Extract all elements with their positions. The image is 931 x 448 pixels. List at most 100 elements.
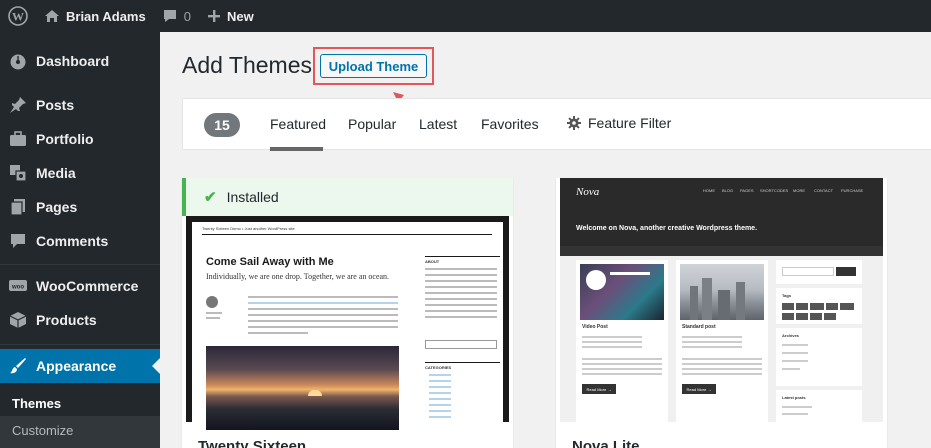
preview-text-line — [782, 413, 808, 415]
preview-text-line — [248, 326, 398, 328]
preview-sidebar-heading: CATEGORIES — [425, 365, 452, 370]
preview-text-line — [425, 280, 497, 282]
preview-badge — [586, 270, 606, 290]
installed-notice: ✔ Installed — [182, 178, 513, 216]
gear-icon — [567, 116, 581, 130]
sidebar-item-appearance[interactable]: Appearance — [0, 349, 160, 383]
preview-text-line — [429, 398, 451, 400]
preview-text-line — [782, 406, 812, 408]
tab-favorites[interactable]: Favorites — [481, 116, 539, 132]
sidebar-item-posts[interactable]: Posts — [0, 88, 160, 122]
sidebar-item-products[interactable]: Products — [0, 303, 160, 337]
sidebar-item-woocommerce[interactable]: woo WooCommerce — [0, 269, 160, 303]
preview-post: Video Post Read More → — [576, 260, 668, 422]
preview-tag — [810, 303, 824, 310]
preview-welcome-text: Welcome on Nova, another creative Wordpr… — [576, 225, 758, 232]
preview-post-title: Video Post — [582, 324, 608, 330]
preview-text-line — [582, 336, 642, 338]
media-icon — [0, 164, 36, 182]
preview-building — [690, 286, 698, 320]
plus-icon — [207, 10, 220, 22]
preview-hero — [560, 246, 883, 256]
preview-text-line — [425, 286, 497, 288]
preview-nav-item: HOME — [703, 188, 715, 193]
theme-card-twenty-sixteen[interactable]: ✔ Installed Twenty Sixteen Demo • Just a… — [182, 178, 513, 448]
preview-site-title: Twenty Sixteen Demo • Just another WordP… — [202, 226, 295, 231]
tab-latest[interactable]: Latest — [419, 116, 457, 132]
preview-tag — [782, 313, 794, 320]
svg-text:woo: woo — [11, 285, 24, 291]
preview-text-line — [582, 363, 662, 365]
preview-avatar — [206, 296, 218, 308]
sidebar-item-label: Appearance — [36, 358, 117, 374]
theme-card-nova-lite[interactable]: Nova HOME BLOG PAGES SHORTCODES MORE CON… — [556, 178, 887, 448]
preview-building — [736, 282, 745, 320]
preview-nav-item: MORE — [793, 188, 805, 193]
comments-count: 0 — [183, 8, 191, 24]
sidebar-item-portfolio[interactable]: Portfolio — [0, 122, 160, 156]
preview-text-line — [582, 358, 662, 360]
submenu-item-themes[interactable]: Themes — [12, 396, 61, 411]
preview-nav-item: BLOG — [722, 188, 734, 193]
preview-text-line — [425, 268, 497, 270]
preview-rule — [425, 362, 500, 363]
preview-read-more: Read More → — [582, 384, 616, 394]
preview-text-line — [248, 296, 398, 298]
preview-latest-posts-widget: Latest posts — [776, 390, 862, 422]
tab-popular[interactable]: Popular — [348, 116, 396, 132]
preview-text-line — [206, 312, 222, 314]
preview-tag — [810, 313, 822, 320]
sidebar-item-label: Comments — [36, 233, 109, 249]
theme-screenshot[interactable]: Twenty Sixteen Demo • Just another WordP… — [186, 216, 509, 430]
preview-logo: Nova — [576, 186, 600, 198]
preview-text-line — [582, 341, 642, 343]
sidebar-item-label: Media — [36, 165, 76, 181]
preview-widget-heading: Archives — [782, 333, 799, 338]
tab-featured[interactable]: Featured — [270, 116, 326, 132]
preview-rule — [202, 234, 492, 235]
sidebar-item-media[interactable]: Media — [0, 156, 160, 190]
preview-header: Nova HOME BLOG PAGES SHORTCODES MORE CON… — [560, 178, 883, 246]
preview-text-line — [425, 298, 497, 300]
preview-text-line — [582, 346, 642, 348]
feature-filter-button[interactable]: Feature Filter — [567, 115, 671, 131]
preview-search-button — [836, 267, 856, 276]
preview-text-line — [429, 416, 451, 418]
sidebar-item-label: WooCommerce — [36, 278, 139, 294]
preview-dropdown — [425, 340, 497, 349]
feature-filter-label: Feature Filter — [588, 115, 672, 131]
sidebar-item-dashboard[interactable]: Dashboard — [0, 44, 160, 78]
svg-text:W: W — [12, 10, 24, 24]
preview-text-line — [248, 314, 398, 316]
preview-post-lead: Individually, we are one drop. Together,… — [206, 272, 390, 281]
sidebar-item-label: Portfolio — [36, 131, 94, 147]
preview-tag — [782, 303, 794, 310]
preview-post: Standard post Read More → — [676, 260, 768, 422]
upload-theme-button[interactable]: Upload Theme — [320, 54, 427, 78]
admin-bar: W Brian Adams 0 New — [0, 0, 931, 32]
sidebar-item-label: Products — [36, 312, 97, 328]
preview-text-line — [682, 336, 742, 338]
products-icon — [0, 311, 36, 329]
preview-text-line — [429, 404, 451, 406]
preview-post-image — [680, 264, 764, 320]
sidebar-item-pages[interactable]: Pages — [0, 190, 160, 224]
new-content-link[interactable]: New — [199, 0, 262, 32]
site-name-link[interactable]: Brian Adams — [36, 0, 154, 32]
preview-text-line — [425, 292, 497, 294]
preview-nav-item: PURCHASE — [841, 188, 864, 193]
preview-widget-heading: Tags — [782, 293, 792, 298]
preview-sunset-image — [206, 346, 399, 430]
dashboard-icon — [0, 52, 36, 70]
comments-link[interactable]: 0 — [154, 0, 199, 32]
comment-icon — [0, 232, 36, 250]
preview-text-line — [682, 373, 762, 375]
theme-filter-bar: 15 Featured Popular Latest Favorites Fea… — [182, 98, 931, 151]
sidebar-item-comments[interactable]: Comments — [0, 224, 160, 258]
preview-text-line — [682, 368, 762, 370]
wordpress-logo-icon[interactable]: W — [0, 0, 36, 32]
checkmark-icon: ✔ — [204, 189, 217, 206]
theme-screenshot[interactable]: Nova HOME BLOG PAGES SHORTCODES MORE CON… — [560, 178, 883, 422]
menu-separator — [0, 344, 160, 345]
submenu-item-customize[interactable]: Customize — [12, 423, 73, 438]
